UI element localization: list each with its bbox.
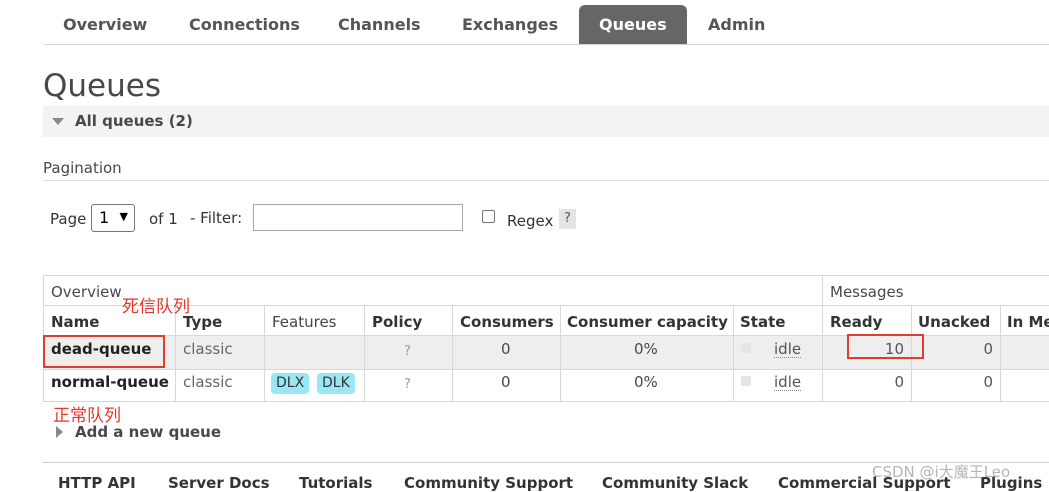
state-label: idle bbox=[774, 373, 802, 391]
section-label: All queues (2) bbox=[75, 112, 193, 130]
page-select[interactable]: 1 ▼ bbox=[91, 204, 135, 232]
row-rule bbox=[43, 369, 1049, 370]
annotation-box-dead-queue bbox=[43, 335, 165, 368]
footer-link-community-support[interactable]: Community Support bbox=[404, 474, 573, 492]
state-indicator-icon bbox=[741, 376, 751, 386]
group-overview: Overview bbox=[51, 283, 122, 301]
col-rule bbox=[452, 305, 453, 402]
col-rule bbox=[175, 305, 176, 402]
footer-link-server-docs[interactable]: Server Docs bbox=[168, 474, 270, 492]
queue-name-link[interactable]: normal-queue bbox=[51, 373, 169, 391]
col-consumers[interactable]: Consumers bbox=[460, 313, 554, 331]
col-consumer-capacity[interactable]: Consumer capacity bbox=[567, 313, 728, 331]
col-rule bbox=[560, 305, 561, 402]
feature-badge-dlk[interactable]: DLK bbox=[317, 373, 355, 394]
regex-help-icon[interactable]: ? bbox=[559, 209, 576, 229]
watermark: CSDN @i大魔王Leo bbox=[872, 463, 1011, 481]
page-select-value: 1 bbox=[99, 208, 110, 227]
col-state[interactable]: State bbox=[740, 313, 785, 331]
divider bbox=[43, 180, 1049, 181]
annotation-box-ready bbox=[847, 334, 924, 359]
footer-link-http-api[interactable]: HTTP API bbox=[58, 474, 136, 492]
queue-type: classic bbox=[183, 373, 233, 391]
col-features: Features bbox=[272, 313, 337, 331]
col-ready[interactable]: Ready bbox=[830, 313, 882, 331]
annotation-dead-queue: 死信队列 bbox=[122, 297, 190, 317]
filter-input[interactable] bbox=[253, 204, 463, 231]
col-rule bbox=[364, 305, 365, 402]
group-header-rule bbox=[43, 305, 1049, 306]
tab-connections[interactable]: Connections bbox=[189, 5, 300, 44]
col-unacked[interactable]: Unacked bbox=[918, 313, 990, 331]
top-nav: Overview Connections Channels Exchanges … bbox=[43, 5, 1049, 45]
policy-help-icon[interactable]: ? bbox=[404, 344, 411, 359]
unacked-count: 0 bbox=[983, 373, 993, 391]
unacked-count: 0 bbox=[983, 340, 993, 358]
queue-type: classic bbox=[183, 340, 233, 358]
triangle-right-icon bbox=[56, 426, 63, 438]
consumers-count: 0 bbox=[501, 340, 511, 358]
col-in-memory[interactable]: In Me bbox=[1007, 313, 1049, 331]
col-rule bbox=[733, 305, 734, 402]
col-rule bbox=[822, 275, 823, 402]
ready-count: 0 bbox=[894, 373, 904, 391]
regex-checkbox[interactable] bbox=[482, 210, 495, 223]
col-policy[interactable]: Policy bbox=[372, 313, 422, 331]
page-label: Page bbox=[50, 210, 87, 228]
pagination-label: Pagination bbox=[43, 159, 122, 177]
footer-link-tutorials[interactable]: Tutorials bbox=[299, 474, 372, 492]
tab-admin[interactable]: Admin bbox=[708, 5, 765, 44]
col-rule bbox=[264, 305, 265, 402]
triangle-down-icon bbox=[52, 118, 64, 125]
page-count: of 1 bbox=[149, 210, 178, 228]
tab-channels[interactable]: Channels bbox=[338, 5, 421, 44]
consumer-capacity: 0% bbox=[634, 373, 658, 391]
table-border-bottom bbox=[43, 401, 1049, 402]
tab-queues[interactable]: Queues bbox=[579, 5, 687, 44]
state-indicator-icon bbox=[741, 343, 751, 353]
col-name[interactable]: Name bbox=[51, 313, 99, 331]
tab-overview[interactable]: Overview bbox=[63, 5, 147, 44]
policy-help-icon[interactable]: ? bbox=[404, 377, 411, 392]
consumers-count: 0 bbox=[501, 373, 511, 391]
page-title: Queues bbox=[43, 68, 161, 104]
filter-label: - Filter: bbox=[190, 209, 243, 227]
group-messages: Messages bbox=[830, 283, 904, 301]
tab-exchanges[interactable]: Exchanges bbox=[462, 5, 558, 44]
table-border-top bbox=[43, 275, 1049, 276]
consumer-capacity: 0% bbox=[634, 340, 658, 358]
footer-link-community-slack[interactable]: Community Slack bbox=[602, 474, 748, 492]
regex-label: Regex bbox=[507, 212, 554, 230]
all-queues-toggle[interactable]: All queues (2) bbox=[43, 106, 1049, 137]
feature-badge-dlx[interactable]: DLX bbox=[271, 373, 310, 394]
add-queue-toggle[interactable]: Add a new queue bbox=[75, 423, 221, 441]
col-rule bbox=[1000, 305, 1001, 402]
state-label: idle bbox=[774, 340, 802, 358]
chevron-down-icon: ▼ bbox=[119, 210, 128, 223]
